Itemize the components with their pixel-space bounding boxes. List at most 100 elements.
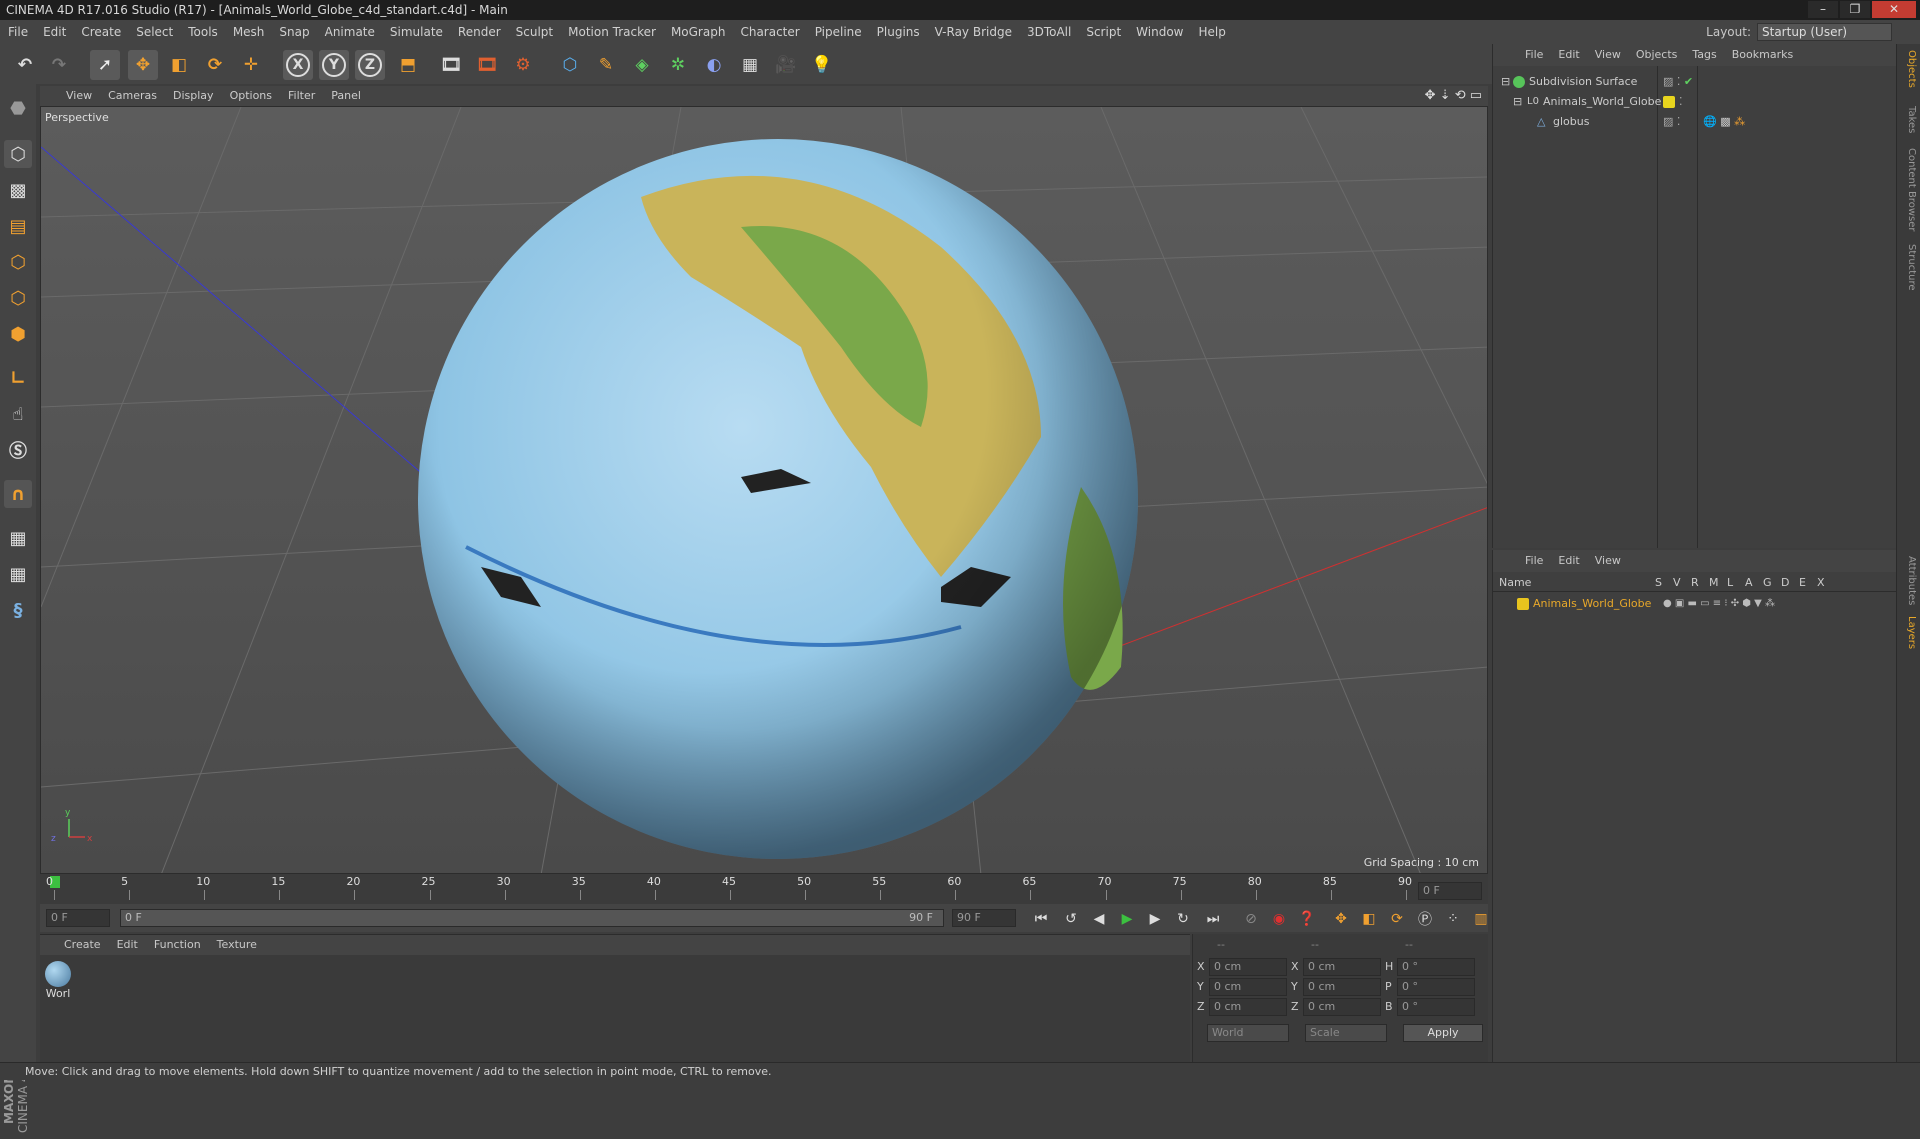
next-frame-icon[interactable]: ▶ xyxy=(1144,908,1166,930)
visibility-dots[interactable]: ▨ ⁚ xyxy=(1663,112,1680,132)
coord-value-field[interactable]: 0 cm xyxy=(1303,998,1381,1016)
points-mode-icon[interactable]: ⬡ xyxy=(4,248,32,276)
timeline-layout-icon[interactable]: ▥ xyxy=(1470,908,1492,930)
goto-end-icon[interactable]: ⏭ xyxy=(1202,908,1224,930)
menu-window[interactable]: Window xyxy=(1136,20,1183,44)
coord-value-field[interactable]: 0 ° xyxy=(1397,978,1475,996)
texture-tag-icon[interactable]: 🌐 ▩ ⁂ xyxy=(1703,112,1745,132)
polygons-mode-icon[interactable]: ⬢ xyxy=(4,320,32,348)
coord-value-field[interactable]: 0 cm xyxy=(1303,958,1381,976)
layer-color-chip[interactable] xyxy=(1663,96,1675,108)
menu-help[interactable]: Help xyxy=(1198,20,1225,44)
next-key-icon[interactable]: ↻ xyxy=(1172,908,1194,930)
viewport-menu-view[interactable]: View xyxy=(66,86,92,106)
minimize-button[interactable]: – xyxy=(1808,1,1838,18)
menu-script[interactable]: Script xyxy=(1086,20,1121,44)
layer-color-chip[interactable] xyxy=(1517,598,1529,610)
om-menu-file[interactable]: File xyxy=(1525,44,1543,66)
menu-motion-tracker[interactable]: Motion Tracker xyxy=(568,20,656,44)
viewport-menu-cameras[interactable]: Cameras xyxy=(108,86,157,106)
material-swatch[interactable]: Worl xyxy=(44,961,72,1000)
layer-row[interactable]: Animals_World_Globe ● ▣ ▬ ▭ ≡ ⁝ ✣ ⬢ ▼ ⁂ xyxy=(1493,594,1897,614)
subdivision-surface-icon[interactable]: ◈ xyxy=(627,50,657,80)
apply-button[interactable]: Apply xyxy=(1403,1024,1483,1042)
layer-column-header[interactable]: L xyxy=(1727,576,1733,589)
key-rotation-icon[interactable]: ⟳ xyxy=(1386,908,1408,930)
layer-column-header[interactable]: X xyxy=(1817,576,1825,589)
layer-column-header[interactable]: D xyxy=(1781,576,1789,589)
undo-icon[interactable]: ↶ xyxy=(10,50,40,80)
render-picture-viewer-icon[interactable]: 🎞 xyxy=(472,50,502,80)
menu-plugins[interactable]: Plugins xyxy=(877,20,920,44)
om-menu-edit[interactable]: Edit xyxy=(1558,44,1579,66)
layout-dropdown[interactable]: Startup (User) xyxy=(1757,23,1892,41)
object-row-subdivision[interactable]: ⊟ Subdivision Surface ▨ ⁚ ✔ xyxy=(1493,72,1897,92)
autokey-icon[interactable]: ◉ xyxy=(1268,908,1290,930)
layer-column-header[interactable]: A xyxy=(1745,576,1753,589)
menu-pipeline[interactable]: Pipeline xyxy=(815,20,862,44)
layer-column-header[interactable]: V xyxy=(1673,576,1681,589)
visibility-dots[interactable]: ⁚ xyxy=(1679,92,1683,112)
render-view-icon[interactable]: 🎞 xyxy=(436,50,466,80)
redo-icon[interactable]: ↷ xyxy=(44,50,74,80)
viewport-menu-options[interactable]: Options xyxy=(230,86,272,106)
current-frame-field[interactable]: 0 F xyxy=(1418,882,1482,900)
object-row-globus[interactable]: △ globus ▨ ⁚ 🌐 ▩ ⁂ xyxy=(1493,112,1897,132)
material-menu-create[interactable]: Create xyxy=(64,935,101,955)
transform-tool-icon[interactable]: ✛ xyxy=(236,50,266,80)
layer-flag-icons[interactable]: ● ▣ ▬ ▭ ≡ ⁝ ✣ ⬢ ▼ ⁂ xyxy=(1663,594,1775,614)
menu-3dtoall[interactable]: 3DToAll xyxy=(1027,20,1071,44)
workplane-mode-icon[interactable]: ▤ xyxy=(4,212,32,240)
menu-character[interactable]: Character xyxy=(740,20,799,44)
y-axis-lock-button[interactable]: Y xyxy=(319,50,349,80)
lm-menu-edit[interactable]: Edit xyxy=(1558,550,1579,572)
floor-scene-icon[interactable]: ▦ xyxy=(735,50,765,80)
edges-mode-icon[interactable]: ⬡ xyxy=(4,284,32,312)
layer-column-header[interactable]: E xyxy=(1799,576,1806,589)
render-settings-icon[interactable]: ⚙ xyxy=(508,50,538,80)
tab-objects[interactable]: Objects xyxy=(1901,50,1917,88)
timeline-ruler[interactable]: 0 5 10 15 20 25 30 35 40 45 50 55 60 65 70 75 80 85 90 0 F xyxy=(40,874,1488,904)
make-editable-icon[interactable]: ⬣ xyxy=(4,94,32,122)
material-menu-texture[interactable]: Texture xyxy=(217,935,257,955)
tab-content-browser[interactable]: Content Browser xyxy=(1901,148,1917,231)
coordinate-system-icon[interactable]: ⬒ xyxy=(393,50,423,80)
close-button[interactable]: ✕ xyxy=(1872,1,1916,18)
3d-viewport[interactable]: y z x Perspective Grid Spacing : 10 cm xyxy=(40,106,1488,874)
viewport-menu-panel[interactable]: Panel xyxy=(331,86,361,106)
menu-mesh[interactable]: Mesh xyxy=(233,20,265,44)
menu-simulate[interactable]: Simulate xyxy=(390,20,443,44)
tab-takes[interactable]: Takes xyxy=(1901,106,1917,133)
axis-mode-icon[interactable]: ∟ xyxy=(4,364,32,392)
snap-icon[interactable]: Ⓢ xyxy=(4,436,32,464)
viewport-nav-icons[interactable]: ✥ ⇣ ⟲ ▭ xyxy=(1425,86,1482,106)
cube-primitive-icon[interactable]: ⬡ xyxy=(555,50,585,80)
object-row-globe-null[interactable]: ⊟ L0 Animals_World_Globe ⁚ xyxy=(1493,92,1897,112)
magnet-icon[interactable]: ∩ xyxy=(4,480,32,508)
goto-start-icon[interactable]: ⏮ xyxy=(1030,908,1052,930)
play-icon[interactable]: ▶ xyxy=(1116,908,1138,930)
tab-layers[interactable]: Layers xyxy=(1901,616,1917,649)
coord-value-field[interactable]: 0 ° xyxy=(1397,998,1475,1016)
layer-column-header[interactable]: G xyxy=(1763,576,1772,589)
menu-snap[interactable]: Snap xyxy=(279,20,309,44)
coord-value-field[interactable]: 0 cm xyxy=(1209,998,1287,1016)
lm-menu-file[interactable]: File xyxy=(1525,550,1543,572)
menu-vray-bridge[interactable]: V-Ray Bridge xyxy=(935,20,1012,44)
menu-edit[interactable]: Edit xyxy=(43,20,66,44)
menu-animate[interactable]: Animate xyxy=(325,20,375,44)
texture-mode-icon[interactable]: ▩ xyxy=(4,176,32,204)
keyframe-selection-icon[interactable]: ❓ xyxy=(1296,908,1318,930)
deformer-icon[interactable]: ◐ xyxy=(699,50,729,80)
om-menu-view[interactable]: View xyxy=(1595,44,1621,66)
workplane-lock-icon[interactable]: ▦ xyxy=(4,524,32,552)
menu-create[interactable]: Create xyxy=(81,20,121,44)
lm-menu-view[interactable]: View xyxy=(1595,550,1621,572)
frame-range-slider[interactable]: 0 F 90 F xyxy=(120,909,944,927)
menu-file[interactable]: File xyxy=(8,20,28,44)
expand-icon[interactable]: ⊟ xyxy=(1513,92,1522,112)
coord-value-field[interactable]: 0 ° xyxy=(1397,958,1475,976)
record-keys-icon[interactable]: ⊘ xyxy=(1240,908,1262,930)
planar-workplane-icon[interactable]: ▦ xyxy=(4,560,32,588)
spline-pen-icon[interactable]: ✎ xyxy=(591,50,621,80)
